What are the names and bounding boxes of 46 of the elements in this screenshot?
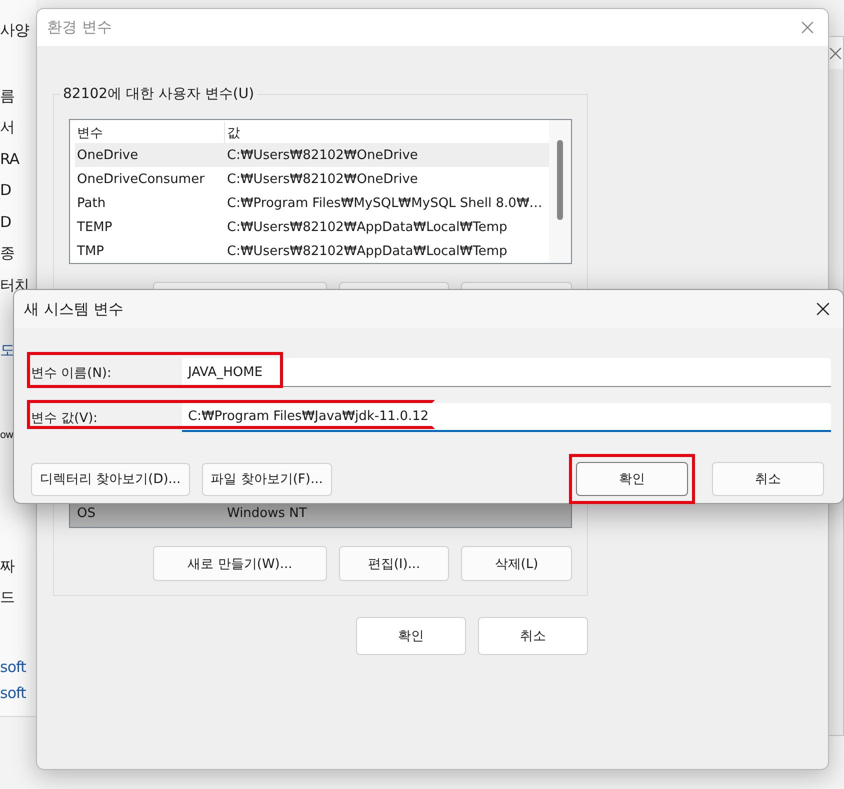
table-cell-text: C:₩Program Files₩MySQL₩MySQL Shell 8.0₩… xyxy=(226,196,542,210)
browse-button[interactable]: 파일 찾아보기(F)... xyxy=(202,462,332,496)
list-row[interactable]: OneDrive C:₩Users₩82102₩OneDrive xyxy=(75,143,549,167)
field-label: 변수 값(V): xyxy=(31,410,99,426)
label: D xyxy=(0,212,12,232)
button[interactable]: 확인 xyxy=(576,462,688,496)
label: 터치 xyxy=(0,274,29,296)
button[interactable]: 취소 xyxy=(712,462,824,496)
label: 름 xyxy=(0,86,14,106)
button[interactable]: 삭제(L) xyxy=(461,546,572,581)
button[interactable]: 새로 만들기(W)... xyxy=(153,546,327,581)
group-title: 82102에 대한 사용자 변수(U) xyxy=(60,85,258,103)
table-cell-text: C:₩Users₩82102₩AppData₩Local₩Temp xyxy=(226,220,508,234)
label: ow xyxy=(0,429,14,443)
table-cell-text: TMP xyxy=(76,244,105,258)
table-cell-text: OneDriveConsumer xyxy=(76,172,206,186)
link[interactable]: 도 xyxy=(0,338,14,364)
input-field[interactable]: JAVA_HOME xyxy=(182,358,831,387)
table-cell-text: OS xyxy=(76,507,96,521)
table-cell-text: C:₩Users₩82102₩AppData₩Local₩Temp xyxy=(226,244,508,258)
label: 드 xyxy=(0,587,14,608)
label: RA xyxy=(0,148,20,170)
browse-button[interactable]: 디렉터리 찾아보기(D)... xyxy=(31,462,190,496)
button[interactable]: 취소 xyxy=(478,617,588,655)
input-field[interactable]: C:₩Program Files₩Java₩jdk-11.0.12 xyxy=(182,403,831,432)
label: 짜 xyxy=(0,556,14,576)
table-cell-text: C:₩Users₩82102₩OneDrive xyxy=(226,172,418,186)
button[interactable]: 편집(I)... xyxy=(339,546,449,581)
table-cell-text: C:₩Users₩82102₩OneDrive xyxy=(226,148,418,162)
table-cell-text: TEMP xyxy=(76,220,114,234)
table-cell-text: Path xyxy=(76,196,107,210)
link[interactable]: soft xyxy=(0,654,26,680)
table-cell-text: OneDrive xyxy=(76,148,140,162)
column-header[interactable]: 값 xyxy=(225,122,240,143)
scrollbar[interactable] xyxy=(549,120,571,263)
label: D xyxy=(0,180,12,201)
field-label: 변수 이름(N): xyxy=(31,364,112,382)
label: 종 xyxy=(0,243,14,264)
close-icon[interactable] xyxy=(816,302,830,316)
button[interactable]: 확인 xyxy=(356,617,466,655)
table-cell-text: Windows NT xyxy=(226,507,307,521)
link[interactable]: soft xyxy=(0,680,26,706)
label: 사양 xyxy=(0,20,29,41)
window-title: 새 시스템 변수 xyxy=(24,300,124,318)
label: 서 xyxy=(0,117,14,138)
window-title: 환경 변수 xyxy=(47,18,112,37)
